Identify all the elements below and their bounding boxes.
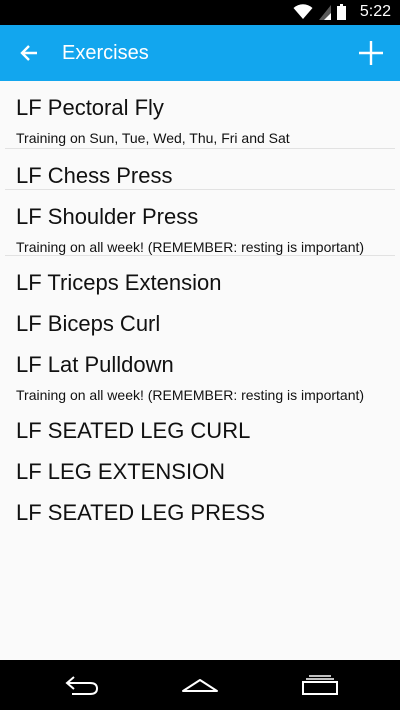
nav-back-button[interactable] — [58, 670, 106, 700]
exercise-row[interactable]: LF Pectoral Fly Training on Sun, Tue, We… — [5, 81, 395, 149]
status-time: 5:22 — [359, 3, 391, 20]
exercise-name: LF Triceps Extension — [16, 270, 222, 295]
nav-recents-icon — [302, 675, 338, 695]
exercise-row[interactable]: LF SEATED LEG CURL — [5, 404, 395, 445]
exercise-schedule: Training on all week! (REMEMBER: resting… — [16, 387, 365, 403]
battery-icon — [337, 4, 346, 20]
add-exercise-button[interactable] — [352, 33, 390, 73]
nav-home-icon — [182, 679, 218, 692]
exercise-name: LF Lat Pulldown — [16, 352, 174, 377]
status-bar: 5:22 — [0, 0, 400, 25]
app-bar: Exercises — [0, 25, 400, 81]
exercise-name: LF SEATED LEG PRESS — [16, 500, 266, 525]
exercise-row[interactable]: LF Chess Press — [5, 149, 395, 190]
add-icon — [359, 41, 383, 65]
status-icons — [293, 4, 346, 20]
exercise-name: LF SEATED LEG CURL — [16, 418, 251, 443]
back-button[interactable] — [10, 33, 48, 73]
exercise-row[interactable]: LF SEATED LEG PRESS — [5, 486, 395, 527]
nav-back-icon — [65, 676, 99, 695]
exercise-row[interactable]: LF LEG EXTENSION — [5, 445, 395, 486]
exercise-schedule: Training on all week! (REMEMBER: resting… — [16, 239, 365, 255]
exercise-row[interactable]: LF Lat Pulldown Training on all week! (R… — [5, 338, 395, 404]
signal-icon — [319, 5, 331, 20]
nav-home-button[interactable] — [176, 670, 224, 700]
exercise-name: LF Pectoral Fly — [16, 95, 164, 120]
exercise-row[interactable]: LF Biceps Curl — [5, 297, 395, 338]
navigation-bar — [0, 660, 400, 710]
page-title: Exercises — [62, 42, 149, 64]
exercise-name: LF Biceps Curl — [16, 311, 161, 336]
exercise-row[interactable]: LF Triceps Extension — [5, 256, 395, 297]
exercise-schedule: Training on Sun, Tue, Wed, Thu, Fri and … — [16, 130, 290, 146]
exercise-name: LF Shoulder Press — [16, 204, 199, 229]
wifi-icon — [293, 4, 313, 19]
exercise-name: LF Chess Press — [16, 163, 173, 188]
nav-recents-button[interactable] — [296, 670, 344, 700]
exercise-row[interactable]: LF Shoulder Press Training on all week! … — [5, 190, 395, 256]
back-arrow-icon — [20, 45, 37, 61]
exercise-name: LF LEG EXTENSION — [16, 459, 226, 484]
exercise-list: LF Pectoral Fly Training on Sun, Tue, We… — [0, 81, 400, 660]
